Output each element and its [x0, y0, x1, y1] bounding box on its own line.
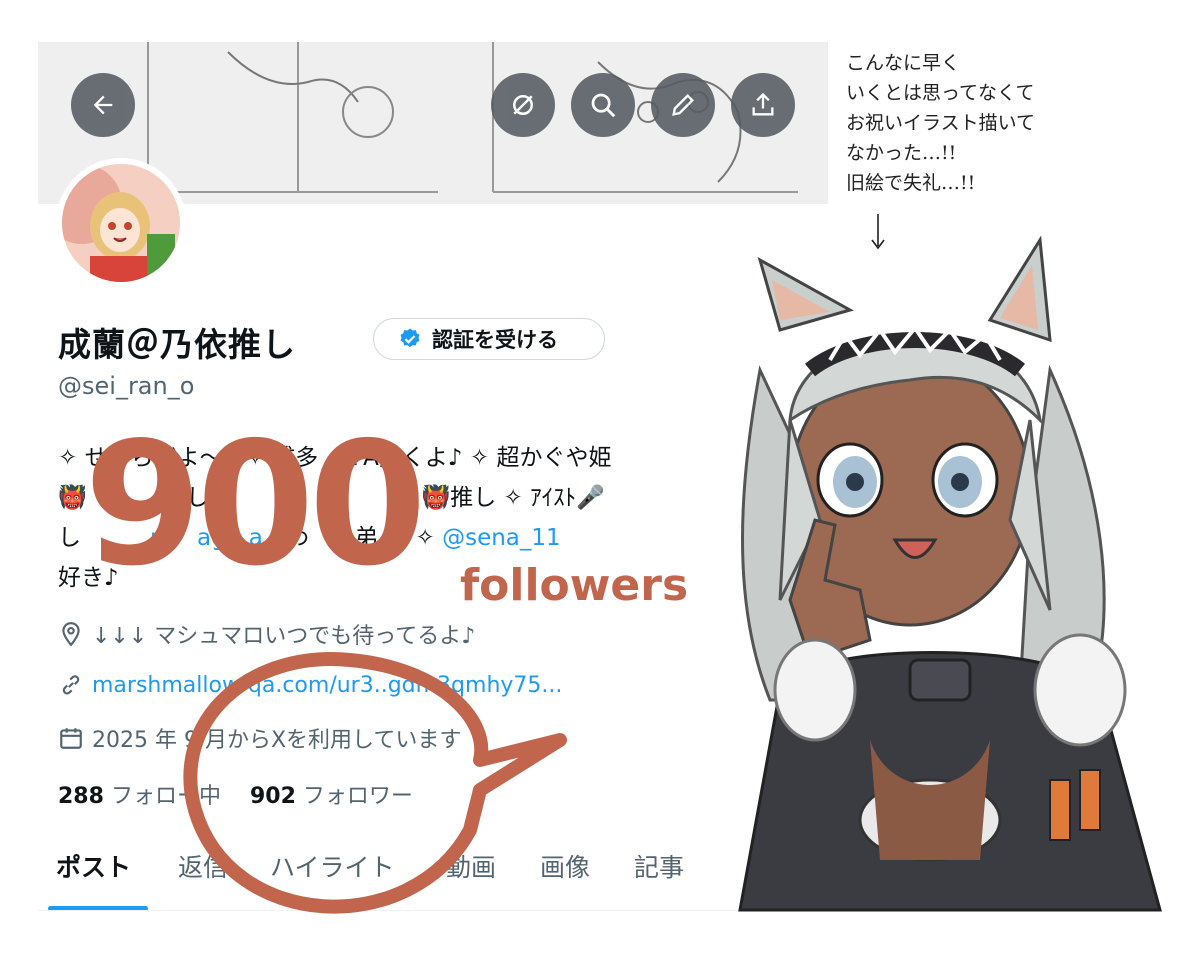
milestone-number: 900 — [84, 406, 427, 604]
character-illustration — [738, 235, 1162, 912]
handwritten-note: こんなに早く いくとは思ってなくて お祝いイラスト描いて なかった…!! 旧絵で… — [846, 52, 1036, 194]
milestone-word: followers — [460, 560, 689, 611]
